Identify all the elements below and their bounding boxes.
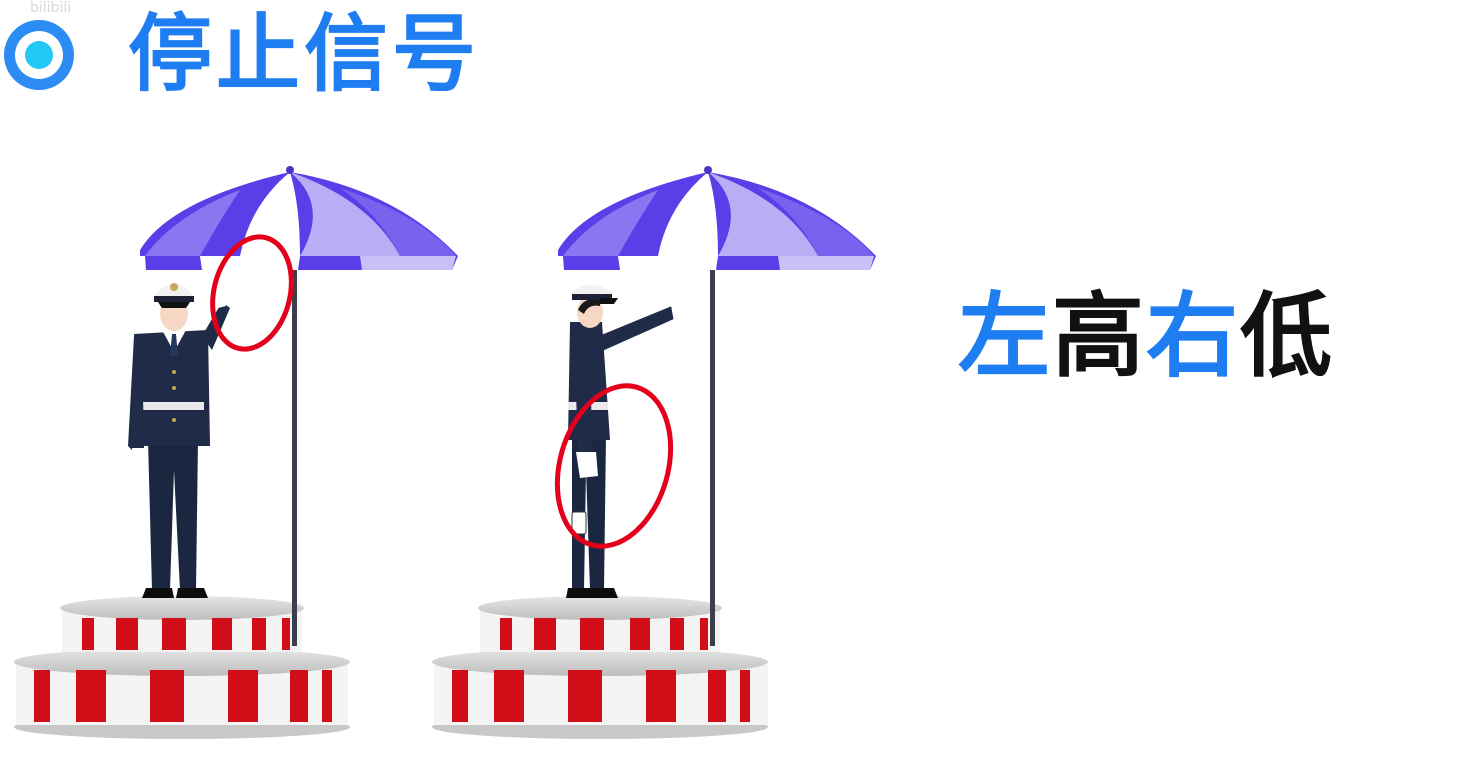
bullet-icon	[4, 20, 74, 90]
umbrella-side	[558, 166, 876, 270]
officer-side	[566, 285, 684, 598]
watermark: bilibili	[30, 0, 72, 16]
caption-char-high: 高	[1052, 283, 1147, 390]
figure-front	[14, 166, 458, 739]
umbrella-front	[140, 166, 458, 270]
caption-char-right: 右	[1146, 283, 1241, 390]
platform-front	[14, 596, 350, 739]
platform-side	[432, 596, 768, 739]
figure-side	[432, 166, 876, 739]
header: bilibili 停止信号	[0, 0, 600, 110]
umbrella-pole	[292, 248, 297, 646]
page-title: 停止信号	[128, 5, 481, 103]
caption-char-left: 左	[958, 283, 1053, 390]
caption: 左高右低	[958, 282, 1334, 392]
illustration	[14, 166, 876, 739]
umbrella-pole	[710, 248, 715, 646]
highlight-circle-right-arm	[554, 383, 674, 549]
caption-char-low: 低	[1240, 283, 1335, 390]
